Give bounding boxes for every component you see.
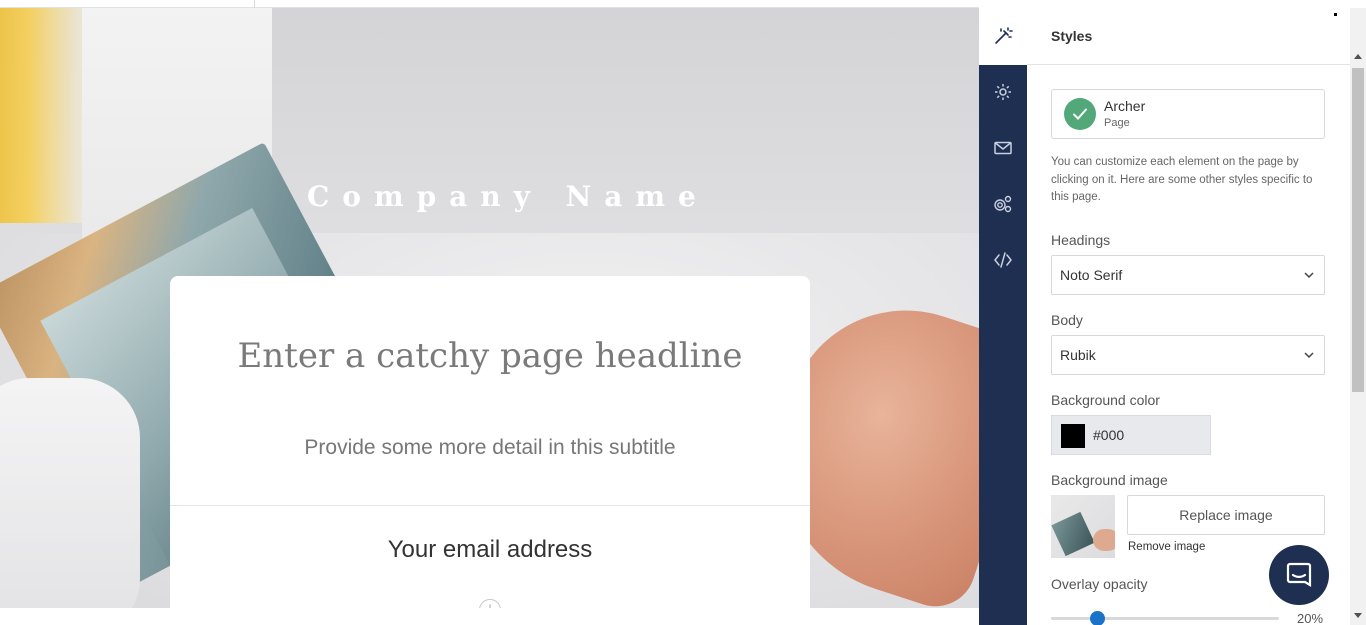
scroll-up-arrow-icon[interactable] <box>1354 54 1362 59</box>
replace-image-button[interactable]: Replace image <box>1127 495 1325 535</box>
headings-font-value: Noto Serif <box>1060 267 1123 283</box>
check-icon <box>1064 98 1096 130</box>
signup-card[interactable]: Enter a catchy page headline Provide som… <box>170 276 810 608</box>
top-toolbar-strip <box>0 0 979 8</box>
page-subtitle[interactable]: Provide some more detail in this subtitl… <box>170 436 810 460</box>
chevron-down-icon <box>1304 352 1314 359</box>
overlay-opacity-value: 20% <box>1297 611 1324 625</box>
panel-description: You can customize each element on the pa… <box>1051 156 1313 203</box>
chat-launcher-button[interactable] <box>1269 545 1329 605</box>
scroll-down-arrow-icon[interactable] <box>1354 613 1362 618</box>
background-color-label: Background color <box>1051 392 1160 408</box>
canvas-bottom-strip <box>0 608 979 625</box>
page-canvas[interactable]: Company Name Enter a catchy page headlin… <box>0 8 979 608</box>
toolbar-divider <box>254 0 255 8</box>
panel-header: Styles <box>1027 8 1350 65</box>
envelope-icon[interactable] <box>991 136 1015 160</box>
background-image-thumbnail <box>1051 495 1115 558</box>
scrollbar-thumb[interactable] <box>1352 68 1364 392</box>
background-photo-sleeve <box>0 378 140 608</box>
magic-wand-icon[interactable] <box>991 24 1015 48</box>
color-swatch[interactable] <box>1061 424 1085 448</box>
style-name: Archer <box>1104 98 1146 114</box>
panel-title: Styles <box>1051 28 1093 44</box>
body-label: Body <box>1051 312 1083 328</box>
background-photo-curtain <box>0 8 82 223</box>
corner-marker <box>1334 13 1337 16</box>
slider-handle[interactable] <box>1089 611 1105 625</box>
thumbnail-photo-arm <box>1093 529 1115 551</box>
gear-icon[interactable] <box>991 80 1015 104</box>
styles-panel: Styles Archer Page You can customize eac… <box>1027 8 1350 625</box>
side-nav <box>979 8 1027 625</box>
headings-label: Headings <box>1051 232 1111 248</box>
body-font-select[interactable]: Rubik <box>1051 335 1325 375</box>
remove-image-link[interactable]: Remove image <box>1128 541 1205 553</box>
chevron-down-icon <box>1304 272 1314 279</box>
integrations-icon[interactable] <box>991 192 1015 216</box>
page-builder: { "canvas": { "company_name": "Company N… <box>0 0 1366 625</box>
add-section-button[interactable]: + <box>479 599 501 608</box>
background-image-label: Background image <box>1051 472 1168 488</box>
style-type: Page <box>1104 117 1130 129</box>
thumbnail-photo-book <box>1051 511 1095 557</box>
company-name[interactable]: Company Name <box>307 180 709 213</box>
style-card[interactable]: Archer Page <box>1051 89 1325 139</box>
background-color-value: #000 <box>1093 427 1125 443</box>
code-icon[interactable] <box>991 248 1015 272</box>
body-font-value: Rubik <box>1060 347 1096 363</box>
email-field[interactable]: Your email address <box>170 536 810 564</box>
card-divider <box>170 505 810 506</box>
headings-font-select[interactable]: Noto Serif <box>1051 255 1325 295</box>
background-color-picker[interactable]: #000 <box>1051 415 1211 455</box>
overlay-opacity-slider[interactable] <box>1051 611 1279 625</box>
overlay-opacity-label: Overlay opacity <box>1051 576 1148 592</box>
page-headline[interactable]: Enter a catchy page headline <box>170 336 810 376</box>
panel-scrollbar[interactable] <box>1350 8 1366 625</box>
chat-icon <box>1286 562 1312 587</box>
